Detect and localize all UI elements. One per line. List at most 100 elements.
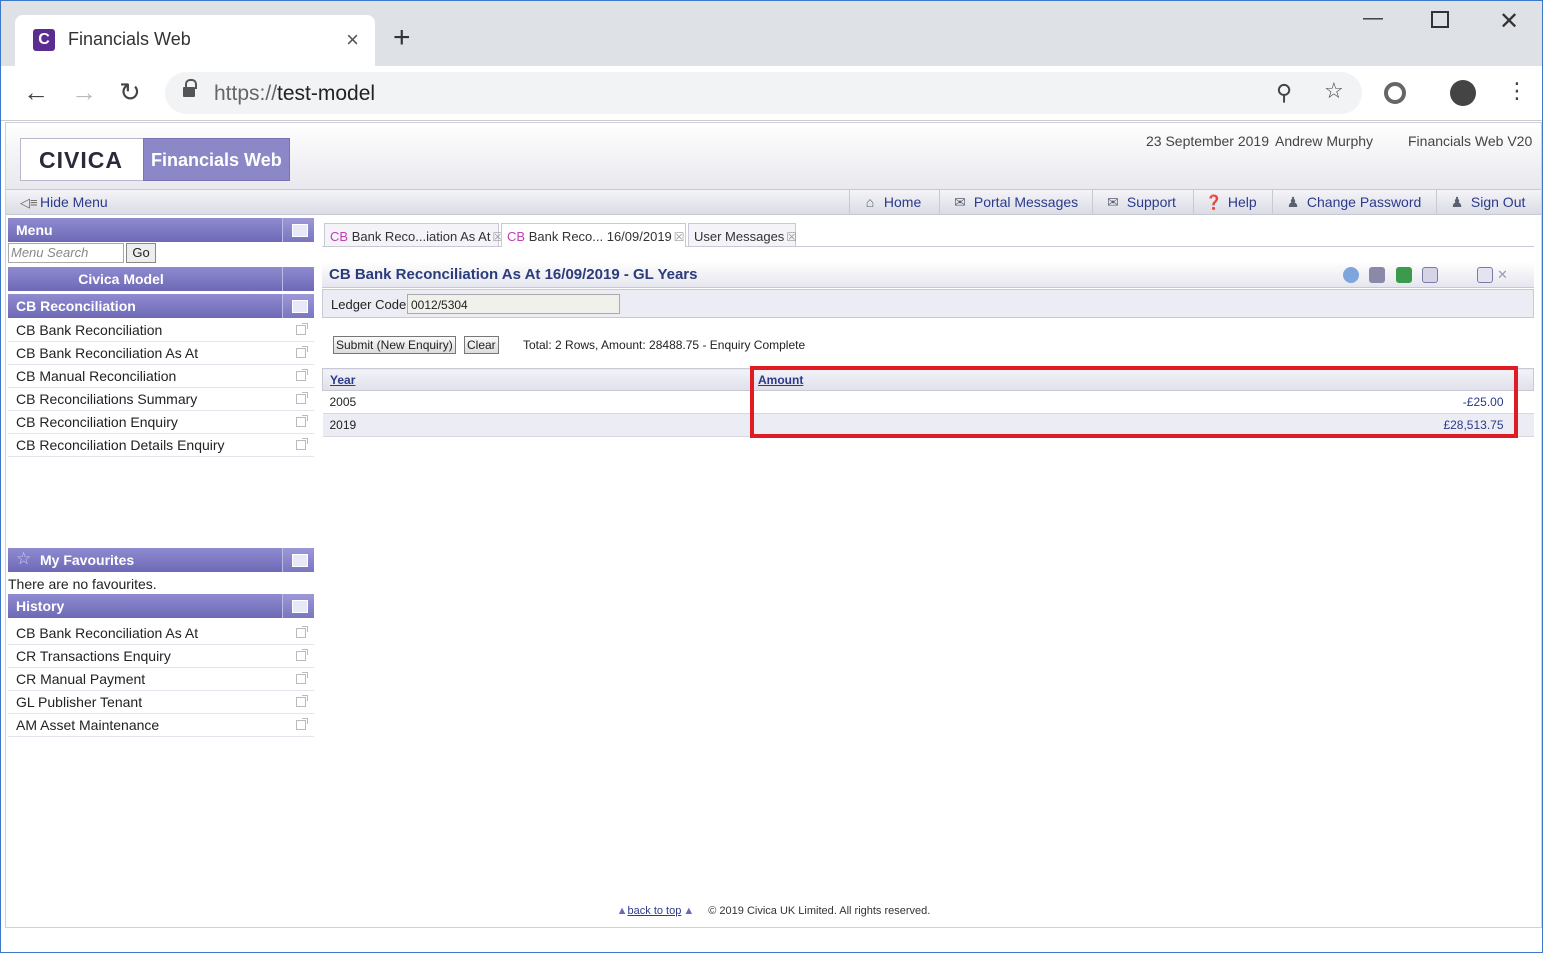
close-tab-icon[interactable]: ☒ xyxy=(786,230,797,244)
messages-icon: ✉ xyxy=(954,194,966,210)
app-version: Financials Web V20 xyxy=(1408,133,1533,149)
nav-home[interactable]: ⌂ Home xyxy=(849,190,931,215)
app-header: CIVICA Financials Web 23 September 2019 … xyxy=(6,123,1541,189)
address-bar[interactable]: https://test-model ⚲ ☆ xyxy=(165,72,1362,114)
content-tabs: CB Bank Reco...iation As At ☒ CB Bank Rec… xyxy=(322,223,1534,247)
page-footer: ▲back to top ▲ © 2019 Civica UK Limited. A… xyxy=(6,905,1541,917)
browser-menu-icon[interactable]: ⋮ xyxy=(1506,78,1528,104)
up-arrow-icon: ▲ xyxy=(683,905,695,917)
history-item[interactable]: CR Transactions Enquiry xyxy=(8,645,314,668)
close-icon[interactable]: ✕ xyxy=(1497,267,1513,283)
close-tab-icon[interactable]: × xyxy=(346,27,359,53)
open-new-window-icon[interactable] xyxy=(296,346,308,358)
forward-icon[interactable]: → xyxy=(71,78,97,106)
favourites-panel-button[interactable] xyxy=(282,548,314,572)
back-icon[interactable]: ← xyxy=(23,78,49,106)
clear-button[interactable]: Clear xyxy=(464,336,499,354)
history-item[interactable]: CR Manual Payment xyxy=(8,668,314,691)
hide-menu-button[interactable]: ◁≡ Hide Menu xyxy=(20,194,108,211)
menu-search-input[interactable]: Menu Search xyxy=(8,243,124,263)
collapse-icon[interactable] xyxy=(1422,267,1438,283)
home-icon: ⌂ xyxy=(865,194,875,210)
nav-support[interactable]: ✉ Support xyxy=(1092,190,1186,215)
section-header-cb-reconciliation[interactable]: CB Reconciliation xyxy=(8,294,314,318)
history-panel-button[interactable] xyxy=(282,594,314,618)
minimize-icon[interactable]: — xyxy=(1363,7,1383,30)
back-to-top-link[interactable]: back to top xyxy=(628,905,682,917)
open-new-window-icon[interactable] xyxy=(296,718,308,730)
open-new-window-icon[interactable] xyxy=(296,323,308,335)
year-cell: 2019 xyxy=(322,413,751,437)
open-new-window-icon[interactable] xyxy=(296,672,308,684)
browser-toolbar: ← → ↻ https://test-model ⚲ ☆ ⋮ xyxy=(1,66,1542,121)
tab-bank-reconciliation-current[interactable]: CB Bank Reco... 16/09/2019 ☒ xyxy=(501,223,686,247)
menu-panel-button[interactable] xyxy=(282,218,314,242)
favourites-empty-text: There are no favourites. xyxy=(8,576,157,592)
history-item[interactable]: GL Publisher Tenant xyxy=(8,691,314,714)
hide-menu-icon: ◁≡ xyxy=(20,195,38,210)
new-tab-icon[interactable]: + xyxy=(393,23,411,53)
url-text: https://test-model xyxy=(214,82,376,105)
open-new-window-icon[interactable] xyxy=(296,438,308,450)
tab-bank-reconciliation-as-at[interactable]: CB Bank Reco...iation As At ☒ xyxy=(324,223,503,246)
print-icon[interactable] xyxy=(1369,267,1385,283)
open-new-window-icon[interactable] xyxy=(296,415,308,427)
section-panel-button[interactable] xyxy=(282,294,314,318)
menu-item[interactable]: CB Manual Reconciliation xyxy=(8,365,314,388)
current-date: 23 September 2019 xyxy=(1146,133,1269,149)
bookmark-star-icon[interactable]: ☆ xyxy=(1324,78,1344,104)
menu-search-go-button[interactable]: Go xyxy=(126,243,156,263)
sign-out-icon: ♟ xyxy=(1450,194,1464,210)
model-header[interactable]: Civica Model xyxy=(8,267,314,291)
open-new-window-icon[interactable] xyxy=(296,369,308,381)
menu-item[interactable]: CB Reconciliations Summary xyxy=(8,388,314,411)
menu-item[interactable]: CB Bank Reconciliation As At xyxy=(8,342,314,365)
nav-change-password[interactable]: ♟ Change Password xyxy=(1272,190,1431,215)
menu-item[interactable]: CB Bank Reconciliation xyxy=(8,319,314,342)
column-header-year[interactable]: Year xyxy=(322,368,751,391)
close-tab-icon[interactable]: ☒ xyxy=(674,230,685,244)
tab-user-messages[interactable]: User Messages ☒ xyxy=(688,223,797,246)
nav-portal-messages[interactable]: ✉ Portal Messages xyxy=(939,190,1088,215)
help-icon[interactable] xyxy=(1343,267,1359,283)
main-content: CB Bank Reco...iation As At ☒ CB Bank Rec… xyxy=(322,218,1534,918)
menu-item[interactable]: CB Reconciliation Details Enquiry xyxy=(8,434,314,457)
open-new-window-icon[interactable] xyxy=(296,626,308,638)
model-panel-button[interactable] xyxy=(282,267,314,291)
extension-icon[interactable] xyxy=(1384,82,1406,104)
sidebar: Menu Menu Search Go Civica Model CB Reco… xyxy=(8,218,314,738)
new-window-icon[interactable] xyxy=(1477,267,1493,283)
civica-favicon-icon: C xyxy=(33,29,55,51)
mail-icon: ✉ xyxy=(1107,194,1119,210)
ledger-code-field[interactable]: 0012/5304 xyxy=(407,294,620,314)
star-icon: ☆ xyxy=(16,549,32,568)
open-new-window-icon[interactable] xyxy=(296,649,308,661)
close-window-icon[interactable]: ✕ xyxy=(1499,7,1519,36)
page-title-bar: CB Bank Reconciliation As At 16/09/2019 … xyxy=(322,262,1534,288)
browser-window: C Financials Web × + — ✕ ← → ↻ https://t… xyxy=(0,0,1543,953)
open-new-window-icon[interactable] xyxy=(296,392,308,404)
browser-tab[interactable]: C Financials Web × xyxy=(15,15,375,66)
zoom-icon[interactable]: ⚲ xyxy=(1276,80,1292,106)
nav-help[interactable]: ❓ Help xyxy=(1193,190,1267,215)
menu-header: Menu xyxy=(8,218,314,242)
menu-item[interactable]: CB Reconciliation Enquiry xyxy=(8,411,314,434)
submit-new-enquiry-button[interactable]: Submit (New Enquiry) xyxy=(333,336,456,354)
page-title: CB Bank Reconciliation As At 16/09/2019 … xyxy=(329,266,698,283)
up-arrow-icon: ▲ xyxy=(616,905,628,917)
history-item[interactable]: CB Bank Reconciliation As At xyxy=(8,622,314,645)
year-cell: 2005 xyxy=(322,390,751,414)
reload-icon[interactable]: ↻ xyxy=(119,78,141,106)
app-menubar: ◁≡ Hide Menu ⌂ Home ✉ Portal Messages ✉ S… xyxy=(6,189,1541,215)
browser-tabstrip: C Financials Web × + — ✕ xyxy=(1,1,1542,66)
help-icon: ❓ xyxy=(1205,194,1223,210)
nav-sign-out[interactable]: ♟ Sign Out xyxy=(1436,190,1535,215)
lock-icon xyxy=(183,79,197,98)
user-key-icon: ♟ xyxy=(1286,194,1300,210)
open-new-window-icon[interactable] xyxy=(296,695,308,707)
history-item[interactable]: AM Asset Maintenance xyxy=(8,714,314,737)
maximize-icon[interactable] xyxy=(1431,11,1449,28)
excel-export-icon[interactable] xyxy=(1396,267,1412,283)
profile-icon[interactable] xyxy=(1450,80,1476,106)
product-name: Financials Web xyxy=(143,138,290,181)
